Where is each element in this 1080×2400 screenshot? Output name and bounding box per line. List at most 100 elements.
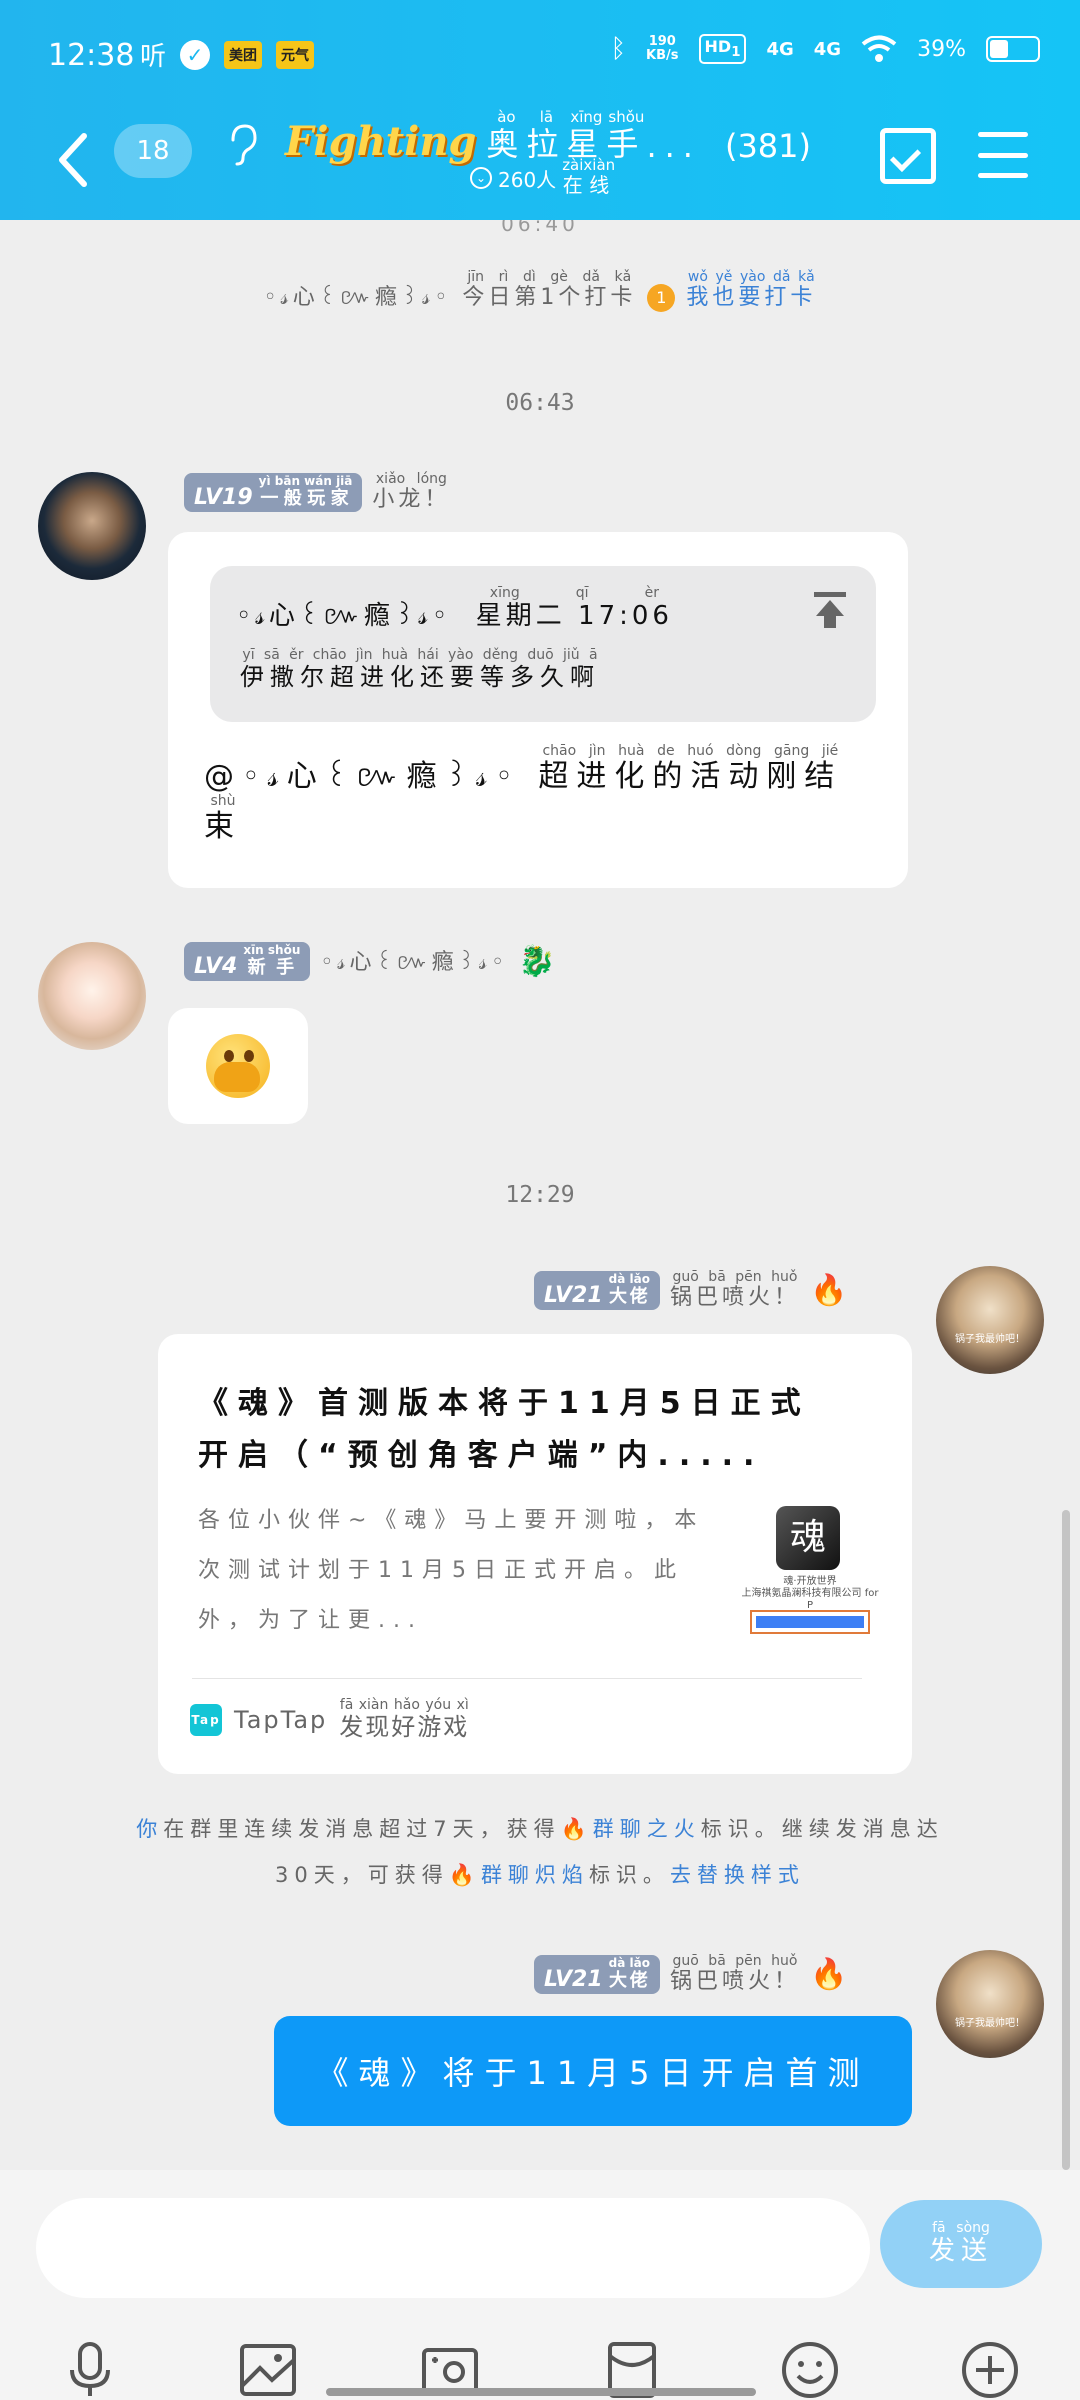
notice-line2b: 标识。: [588, 1863, 670, 1887]
notice-line1c: 标识。继续发消息达: [700, 1817, 944, 1841]
nav-row: 18 Fighting 奥ào拉lā星xīng手shǒu ... (381) ⌄…: [0, 108, 1080, 220]
ear-icon[interactable]: [225, 122, 259, 166]
link-card[interactable]: 《魂》首测版本将于11月5日正式开启（“预创角客户端”内..... 各位小伙伴~…: [158, 1334, 912, 1774]
level-title: 新手: [243, 957, 301, 978]
status-left-icons: 听 ✓ 美团 元气: [140, 36, 315, 73]
sender-info: LV21 大佬dà lǎo 锅巴喷火！guō bā pēn huǒ 🔥: [534, 1269, 848, 1311]
send-pinyin: fā sòng: [928, 2220, 993, 2236]
sticker-bubble[interactable]: [168, 1008, 308, 1124]
back-arrow-icon[interactable]: [52, 130, 92, 190]
level-text: LV4: [194, 954, 238, 979]
sender-name-pinyin: xiǎo lóng: [372, 471, 451, 487]
timestamp: 06:43: [505, 390, 575, 416]
jump-to-top-icon[interactable]: [812, 590, 848, 630]
calendar-checkin-icon[interactable]: [880, 128, 936, 184]
level-title: 一般玩家: [258, 488, 353, 509]
taptap-icon: Tap: [190, 1704, 222, 1736]
level-title-pinyin: dà lǎo: [608, 1272, 650, 1286]
level-text: LV21: [544, 1967, 603, 1992]
blaze-icon: 🔥: [448, 1863, 481, 1887]
member-count: (381): [724, 127, 811, 165]
level-badge: LV21 大佬dà lǎo: [534, 1955, 660, 1994]
level-badge: LV4 新手xīn shǒu: [184, 942, 311, 981]
net-speed-value: 190: [648, 34, 676, 49]
quote-text-chars: 伊撒尔超进化还要等多久啊: [240, 663, 600, 691]
source-slogan: 发现好游戏: [339, 1713, 470, 1741]
fire-icon: 🔥: [809, 1273, 848, 1308]
level-title-pinyin: yì bān wán jiā: [258, 474, 353, 488]
level-title: 大佬: [608, 1970, 650, 1991]
message-input[interactable]: [36, 2198, 870, 2298]
sender-name-pinyin: guō bā pēn huǒ: [669, 1953, 800, 1969]
source-slogan-pinyin: fā xiàn hǎo yóu xì: [339, 1697, 470, 1713]
checkin-action-pinyin: wǒ yě yào dǎ kǎ: [686, 269, 817, 285]
thumbnail-button: [750, 1610, 870, 1634]
home-indicator[interactable]: [326, 2388, 756, 2396]
avatar-caption: 锅子我最帅吧！: [955, 1334, 1025, 1345]
sender-name: 锅巴喷火！: [669, 1285, 800, 1310]
online-suffix-char: 线xiàn: [583, 156, 616, 197]
menu-icon[interactable]: [978, 132, 1028, 178]
sender-name: 小龙！: [372, 487, 451, 512]
source-name: TapTap: [234, 1706, 328, 1734]
hd-sub: 1: [731, 45, 741, 61]
send-button[interactable]: 发送fā sòng: [880, 2200, 1042, 2288]
online-status[interactable]: ⌄ 260人 在zài线xiàn: [470, 156, 616, 198]
group-title[interactable]: Fighting 奥ào拉lā星xīng手shǒu ... (381): [285, 108, 811, 165]
yuanqi-icon: 元气: [276, 40, 315, 69]
battery-icon: [986, 36, 1040, 62]
level-badge: LV21 大佬dà lǎo: [534, 1271, 660, 1310]
level-title-pinyin: dà lǎo: [608, 1956, 650, 1970]
notice-badge1[interactable]: 群聊之火: [593, 1817, 701, 1841]
chat-area[interactable]: 06:40 ◦𝓈心꒰៚瘾꒱𝓈◦ 今日第1个打卡jīn rì dì gè dǎ k…: [0, 220, 1080, 2170]
emoji-icon[interactable]: [780, 2340, 840, 2400]
message-text: @◦𝓈心꒰៚瘾꒱𝓈◦ 超进化的活动刚结束chāo jìn huà de huó …: [204, 743, 844, 851]
send-label: 发送: [928, 2236, 993, 2266]
mic-icon[interactable]: [60, 2340, 120, 2400]
chevron-down-icon: ⌄: [470, 167, 492, 189]
notice-line2: 30天，可获得: [275, 1863, 449, 1887]
quote-time: 星期二 17:06: [475, 601, 673, 631]
avatar-caption: 锅子我最帅吧！: [955, 2018, 1025, 2029]
dragon-icon: 🐉: [518, 944, 556, 979]
unread-count-badge[interactable]: 18: [114, 124, 192, 178]
checkin-action-chars: 我也要打卡: [686, 285, 817, 310]
signal-icon-2: 4G: [813, 38, 842, 60]
group-name-ellipsis: ...: [646, 127, 701, 165]
status-bar: 12:38 听 ✓ 美团 元气 ᛒ 190 KB/s HD1 4G 4G 39%: [0, 0, 1080, 110]
thumbnail-caption: 魂·开放世界 上海祺氪晶澜科技有限公司 for P: [741, 1576, 879, 1611]
battery-percent: 39%: [917, 36, 966, 62]
check-icon: ✓: [180, 39, 211, 70]
sender-info: LV19 一般玩家yì bān wán jiā 小龙！xiǎo lóng: [184, 471, 451, 513]
avatar[interactable]: 锅子我最帅吧！: [936, 1950, 1044, 2058]
replace-style-link[interactable]: 去替换样式: [670, 1863, 805, 1887]
divider: [192, 1678, 862, 1679]
quote-user: ◦𝓈心꒰៚瘾꒱𝓈◦: [236, 601, 452, 631]
plus-icon[interactable]: [960, 2340, 1020, 2400]
sender-name: 锅巴喷火！: [669, 1969, 800, 1994]
card-title: 《魂》首测版本将于11月5日正式开启（“预创角客户端”内.....: [198, 1386, 811, 1473]
status-right-icons: ᛒ 190 KB/s HD1 4G 4G 39%: [610, 34, 1040, 64]
image-icon[interactable]: [238, 2340, 298, 2400]
avatar[interactable]: 锅子我最帅吧！: [936, 1266, 1044, 1374]
level-text: LV19: [194, 485, 253, 510]
quoted-message[interactable]: ◦𝓈心꒰៚瘾꒱𝓈◦ 星期二 17:06xīng qī èr 伊撒尔超进化还要等多…: [210, 566, 876, 722]
partial-timestamp: 06:40: [501, 220, 579, 236]
fire-notice: 你在群里连续发消息超过7天，获得🔥群聊之火标识。继续发消息达 30天，可获得🔥群…: [60, 1806, 1020, 1898]
message-bubble[interactable]: ◦𝓈心꒰៚瘾꒱𝓈◦ 星期二 17:06xīng qī èr 伊撒尔超进化还要等多…: [168, 532, 908, 888]
hd-icon: HD1: [698, 34, 747, 64]
scrollbar[interactable]: [1062, 1510, 1070, 2170]
avatar[interactable]: [38, 472, 146, 580]
message-bubble[interactable]: 《魂》将于11月5日开启首测: [274, 2016, 912, 2126]
online-suffix: 在zài线xiàn: [562, 156, 616, 198]
level-title-pinyin: xīn shǒu: [243, 943, 301, 957]
notice-badge2[interactable]: 群聊炽焰: [481, 1863, 589, 1887]
net-speed-unit: KB/s: [646, 48, 679, 63]
facepalm-emoji-icon: [206, 1034, 270, 1098]
quote-text: 伊撒尔超进化还要等多久啊yī sā ěr chāo jìn huà hái yà…: [240, 647, 600, 692]
card-thumbnail: 魂 魂·开放世界 上海祺氪晶澜科技有限公司 for P: [740, 1506, 878, 1636]
avatar[interactable]: [38, 942, 146, 1050]
group-logo: Fighting: [285, 118, 477, 165]
checkin-action-link[interactable]: 我也要打卡wǒ yě yào dǎ kǎ: [686, 269, 817, 310]
status-time: 12:38: [48, 38, 135, 73]
